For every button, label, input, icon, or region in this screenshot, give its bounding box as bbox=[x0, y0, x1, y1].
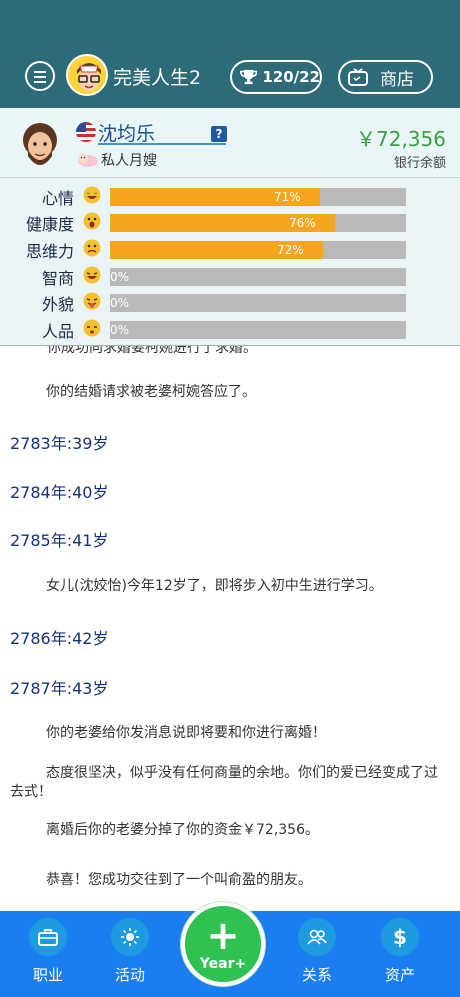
stat-row-iq: 智商 0% bbox=[0, 264, 460, 288]
laughing-emoji-icon bbox=[83, 186, 101, 204]
profile-card: 沈均乐 ? 私人月嫂 ￥72,356 银行余额 bbox=[0, 108, 460, 178]
name-underline bbox=[98, 143, 226, 145]
stat-percent: 76% bbox=[289, 216, 316, 230]
stat-bar: 71% bbox=[110, 188, 406, 206]
stat-row-mood: 心情 71% bbox=[0, 184, 460, 208]
stat-percent: 71% bbox=[274, 190, 301, 204]
log-entry: 你的老婆给你发消息说即将要和你进行离婚！ bbox=[46, 725, 326, 741]
bank-balance-label: 银行余额 bbox=[393, 156, 446, 171]
next-year-button[interactable]: + Year+ bbox=[181, 902, 265, 986]
briefcase-icon bbox=[29, 918, 67, 956]
us-flag-icon bbox=[76, 122, 96, 142]
tongue-emoji-icon bbox=[83, 292, 101, 310]
bottom-nav: 职业 活动 + Year+ 关系 $ 资产 bbox=[0, 902, 460, 997]
character-avatar[interactable] bbox=[14, 120, 66, 172]
log-year-heading: 2787年:43岁 bbox=[10, 679, 109, 698]
log-entry-clipped: 你成功向求婚要柯婉进行了求婚。 bbox=[47, 346, 257, 356]
bank-balance: ￥72,356 bbox=[356, 127, 446, 151]
log-entry: 你的结婚请求被老婆柯婉答应了。 bbox=[46, 384, 256, 400]
trophy-icon bbox=[240, 69, 258, 85]
baby-icon bbox=[76, 151, 98, 167]
grinning-emoji-icon bbox=[83, 266, 101, 284]
trophy-count: 120/22 bbox=[262, 68, 320, 86]
stat-percent: 0% bbox=[110, 296, 130, 310]
achievements-button[interactable]: 120/22 bbox=[230, 60, 322, 94]
stat-bar: 0% bbox=[110, 268, 406, 286]
log-year-heading: 2783年:39岁 bbox=[10, 434, 109, 453]
stat-label: 思维力 bbox=[25, 242, 74, 261]
job-title: 私人月嫂 bbox=[101, 153, 157, 169]
nav-label: 活动 bbox=[114, 966, 145, 984]
stat-bar: 76% bbox=[110, 214, 406, 232]
stat-percent: 72% bbox=[277, 243, 304, 257]
stat-bar: 72% bbox=[110, 241, 406, 259]
sleepy-emoji-icon bbox=[83, 319, 101, 337]
nav-relationship-button[interactable]: 关系 bbox=[287, 918, 347, 990]
log-entry: 恭喜！您成功交往到了一个叫俞盈的朋友。 bbox=[46, 872, 312, 888]
stat-label: 心情 bbox=[41, 189, 74, 208]
stat-label: 人品 bbox=[41, 322, 74, 341]
log-entry: 女儿(沈姣怡)今年12岁了，即将步入初中生进行学习。 bbox=[46, 578, 383, 594]
stat-percent: 0% bbox=[110, 323, 130, 337]
tv-icon bbox=[348, 68, 368, 86]
stat-row-looks: 外貌 0% bbox=[0, 290, 460, 314]
log-year-heading: 2785年:41岁 bbox=[10, 531, 109, 550]
nav-label: 职业 bbox=[32, 966, 63, 984]
stat-row-character: 人品 0% bbox=[0, 317, 460, 341]
sun-icon bbox=[111, 918, 149, 956]
log-year-heading: 2784年:40岁 bbox=[10, 483, 109, 502]
app-title: 完美人生2 bbox=[113, 67, 202, 89]
confused-emoji-icon bbox=[83, 239, 101, 257]
stat-bar: 0% bbox=[110, 321, 406, 339]
stat-row-thinking: 思维力 72% bbox=[0, 237, 460, 261]
stat-label: 健康度 bbox=[25, 215, 74, 234]
log-year-heading: 2786年:42岁 bbox=[10, 629, 109, 648]
dollar-icon: $ bbox=[381, 918, 419, 956]
stat-percent: 0% bbox=[110, 270, 130, 284]
top-bar: 完美人生2 120/22 商店 bbox=[0, 0, 460, 108]
life-log[interactable]: 你成功向求婚要柯婉进行了求婚。 你的结婚请求被老婆柯婉答应了。 2783年:39… bbox=[0, 346, 460, 911]
shop-button[interactable]: 商店 bbox=[338, 60, 433, 94]
log-entry: 离婚后你的老婆分掉了你的资金￥72,356。 bbox=[46, 822, 319, 838]
surprised-emoji-icon bbox=[83, 212, 101, 230]
nav-assets-button[interactable]: $ 资产 bbox=[370, 918, 430, 990]
nav-label: 关系 bbox=[301, 966, 332, 984]
character-name[interactable]: 沈均乐 bbox=[98, 119, 155, 146]
nav-job-button[interactable]: 职业 bbox=[18, 918, 78, 990]
log-entry: 态度很坚决，似乎没有任何商量的余地。你们的爱已经变成了过去式！ bbox=[10, 765, 438, 800]
stat-row-health: 健康度 76% bbox=[0, 210, 460, 234]
menu-icon[interactable] bbox=[25, 61, 55, 91]
stat-label: 外貌 bbox=[41, 295, 74, 314]
stats-panel: 心情 71% 健康度 76% 思维力 72% 智商 0% 外貌 0% 人品 0% bbox=[0, 178, 460, 346]
nav-label: 资产 bbox=[384, 966, 415, 984]
plus-icon: + bbox=[206, 913, 240, 959]
nav-activity-button[interactable]: 活动 bbox=[100, 918, 160, 990]
shop-label: 商店 bbox=[380, 69, 414, 90]
stat-bar: 0% bbox=[110, 294, 406, 312]
help-icon[interactable]: ? bbox=[211, 126, 227, 142]
app-avatar bbox=[66, 54, 108, 96]
people-icon bbox=[298, 918, 336, 956]
next-year-label: Year+ bbox=[199, 956, 247, 972]
stat-label: 智商 bbox=[41, 269, 74, 288]
